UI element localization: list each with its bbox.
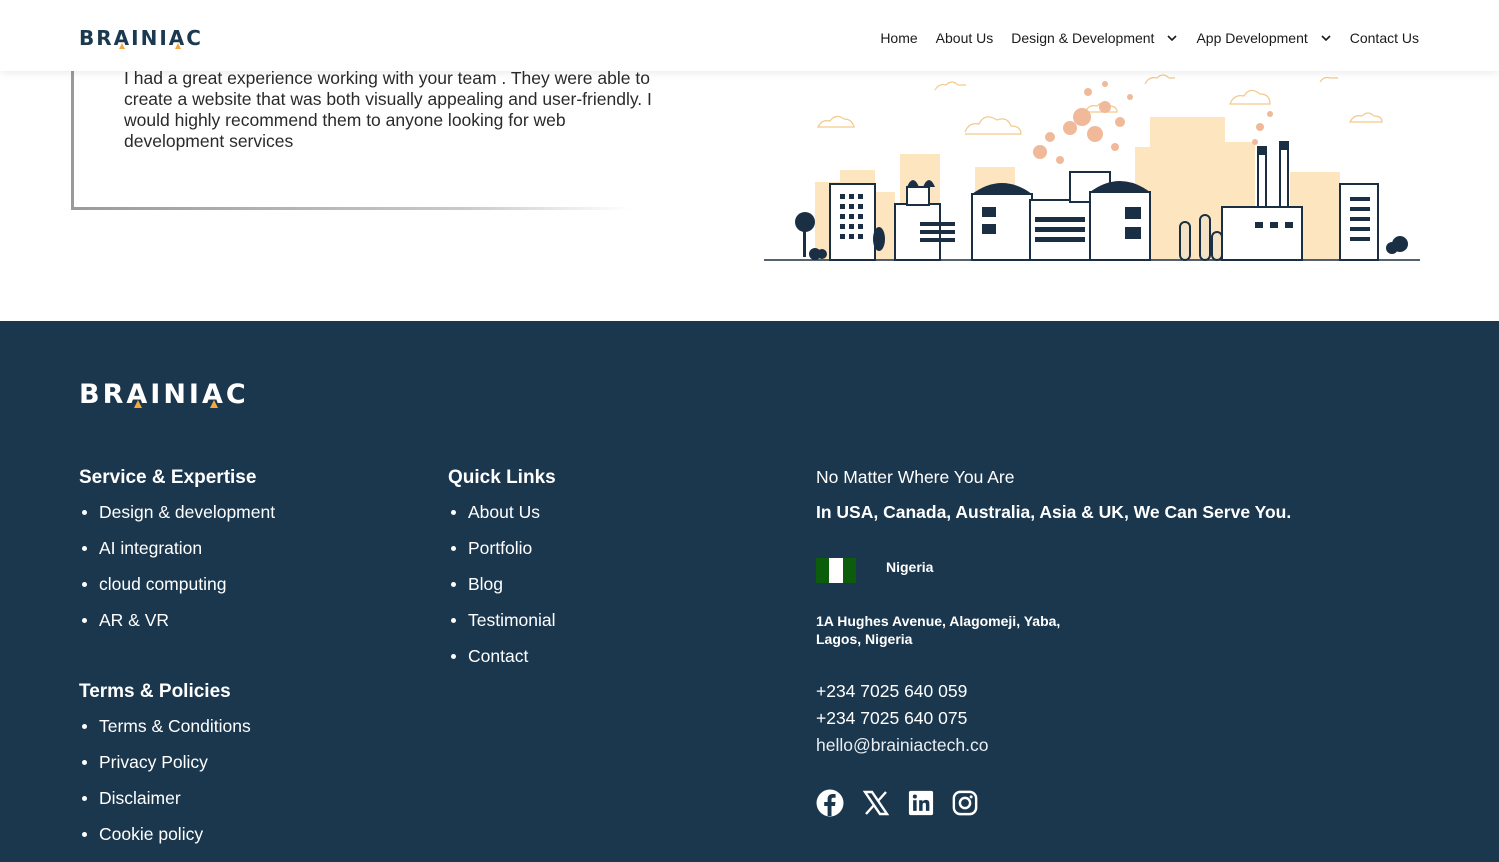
nav-home[interactable]: Home <box>880 30 917 46</box>
terms-item-conditions[interactable]: Terms & Conditions <box>79 715 251 751</box>
chevron-down-icon[interactable] <box>1320 32 1332 44</box>
phone-1[interactable]: +234 7025 640 059 <box>816 681 967 702</box>
terms-item-privacy[interactable]: Privacy Policy <box>79 751 251 787</box>
nav-app-development-label: App Development <box>1196 30 1308 46</box>
terms-item-disclaimer[interactable]: Disclaimer <box>79 787 251 823</box>
quick-links-list: About Us Portfolio Blog Testimonial Cont… <box>448 501 556 682</box>
services-item-ai-integration[interactable]: AI integration <box>79 537 275 573</box>
instagram-icon[interactable] <box>952 790 978 816</box>
quick-link-blog[interactable]: Blog <box>448 573 556 609</box>
terms-list: Terms & Conditions Privacy Policy Discla… <box>79 715 251 859</box>
nav-contact-us-label: Contact Us <box>1349 30 1419 46</box>
quick-links-title: Quick Links <box>448 467 556 488</box>
main-nav: Home About Us Design & Development App D… <box>880 30 1419 46</box>
address-line-2: Lagos, Nigeria <box>816 631 913 647</box>
nav-app-development[interactable]: App Development <box>1196 30 1331 46</box>
city-factory-illustration <box>764 74 1420 261</box>
nav-about-us[interactable]: About Us <box>936 30 994 46</box>
services-title: Service & Expertise <box>79 467 257 488</box>
phone-2[interactable]: +234 7025 640 075 <box>816 708 967 729</box>
social-links <box>816 789 978 817</box>
services-item-cloud-computing[interactable]: cloud computing <box>79 573 275 609</box>
chevron-down-icon[interactable] <box>1166 32 1178 44</box>
quick-link-portfolio[interactable]: Portfolio <box>448 537 556 573</box>
site-footer: BRAINIAC Service & Expertise Design & de… <box>0 321 1499 862</box>
email-link[interactable]: hello@brainiactech.co <box>816 735 988 756</box>
contact-heading: No Matter Where You Are <box>816 467 1015 487</box>
nav-design-development-label: Design & Development <box>1011 30 1155 46</box>
nigeria-flag-icon <box>816 558 856 583</box>
footer-brand-logo[interactable]: BRAINIAC <box>79 379 249 410</box>
contact-subheading: In USA, Canada, Australia, Asia & UK, We… <box>816 502 1292 522</box>
nav-home-label: Home <box>880 30 918 46</box>
facebook-icon[interactable] <box>816 789 844 817</box>
services-list: Design & development AI integration clou… <box>79 501 275 645</box>
country-label: Nigeria <box>886 559 934 575</box>
nav-about-us-label: About Us <box>935 30 994 46</box>
terms-title: Terms & Policies <box>79 681 231 702</box>
nav-design-development[interactable]: Design & Development <box>1011 30 1178 46</box>
testimonial-text: I had a great experience working with yo… <box>124 68 652 151</box>
quick-link-testimonial[interactable]: Testimonial <box>448 609 556 645</box>
brand-logo[interactable]: BRAINIAC <box>79 26 203 50</box>
address-line-1: 1A Hughes Avenue, Alagomeji, Yaba, <box>816 613 1061 629</box>
site-header: BRAINIAC Home About Us Design & Developm… <box>0 0 1499 71</box>
linkedin-icon[interactable] <box>908 790 934 816</box>
nav-contact-us[interactable]: Contact Us <box>1350 30 1419 46</box>
services-item-design-development[interactable]: Design & development <box>79 501 275 537</box>
quick-link-contact[interactable]: Contact <box>448 645 556 682</box>
quick-link-about-us[interactable]: About Us <box>448 501 556 537</box>
services-item-ar-vr[interactable]: AR & VR <box>79 609 275 645</box>
x-twitter-icon[interactable] <box>862 789 890 817</box>
terms-item-cookie[interactable]: Cookie policy <box>79 823 251 859</box>
